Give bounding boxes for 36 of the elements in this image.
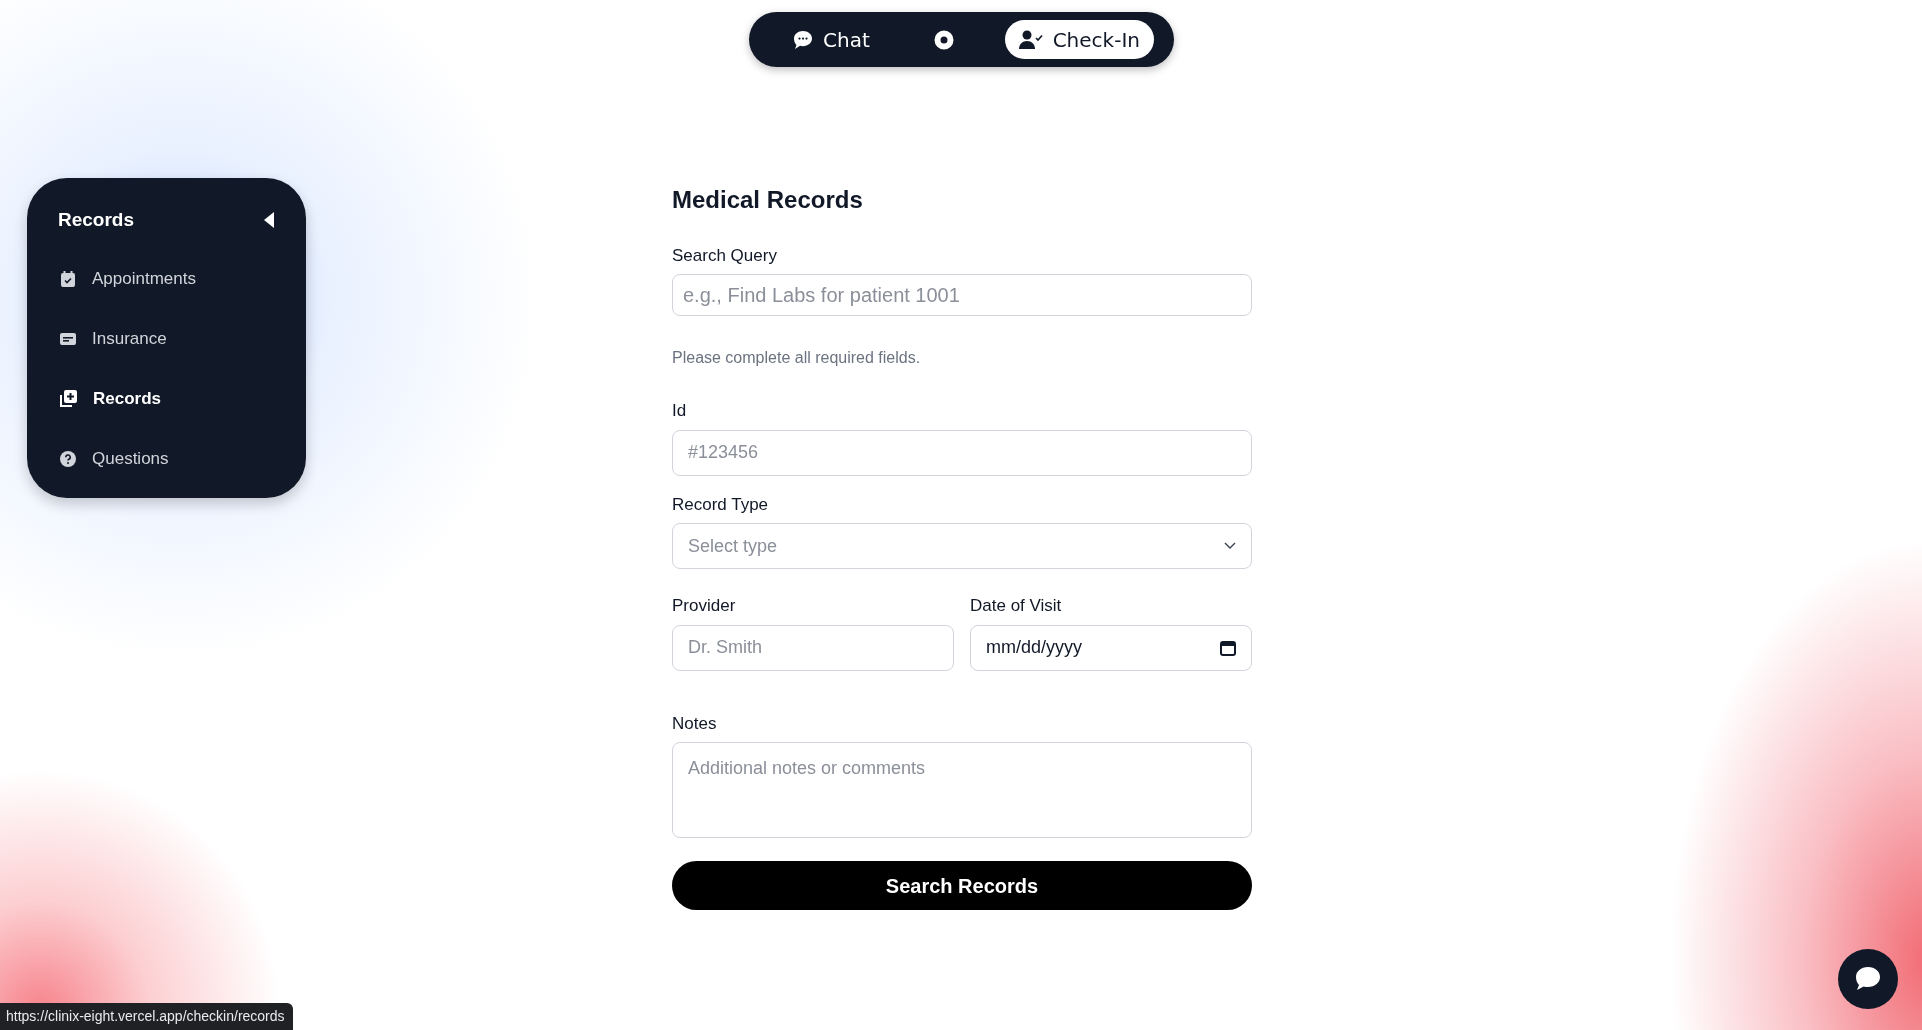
field-label: Date of Visit <box>970 595 1063 618</box>
helper-text: Please complete all required fields. <box>672 348 922 369</box>
chevron-down-icon <box>1224 542 1236 551</box>
calendar-icon <box>1220 639 1236 656</box>
select-field[interactable]: Select type <box>672 523 1252 570</box>
chat-tab[interactable]: Chat <box>779 20 884 59</box>
collapse-button[interactable] <box>264 212 274 229</box>
speech-bubble-icon <box>1854 966 1882 992</box>
card-icon <box>60 331 76 346</box>
field-label: Provider <box>672 595 737 618</box>
sidebar-title: Records <box>58 208 135 232</box>
sidebar-item[interactable]: Records <box>58 368 162 429</box>
field-label: Record Type <box>672 493 770 516</box>
field-label: Id <box>672 400 688 423</box>
check-in-tab[interactable]: Check-In <box>1004 20 1154 59</box>
field-label: Search Query <box>672 244 778 267</box>
speech-bubble-icon <box>793 29 813 50</box>
chat-button[interactable] <box>1838 949 1898 1009</box>
form-title: Medical Records <box>672 186 864 215</box>
stacked-plus-icon <box>60 390 77 407</box>
calendar-check-icon <box>60 270 76 287</box>
sidebar-item[interactable]: Questions <box>58 428 169 489</box>
sidebar-item[interactable]: Insurance <box>58 308 167 369</box>
person-check-icon <box>1018 29 1043 50</box>
dot-icon <box>934 29 955 50</box>
sidebar-item[interactable]: Appointments <box>58 248 196 309</box>
notes-field[interactable]: Additional notes or comments <box>672 742 1252 839</box>
search-field[interactable]: e.g., Find Labs for patient 1001 <box>672 274 1252 317</box>
id-field[interactable]: #123456 <box>672 429 1252 476</box>
status-url: https://clinix-eight.vercel.app/checkin/records <box>0 1003 293 1030</box>
triangle-left-icon <box>264 212 274 229</box>
search-records-button[interactable]: Search Records <box>672 861 1252 911</box>
provider-field[interactable]: Dr. Smith <box>672 624 954 671</box>
question-circle-icon <box>60 450 76 467</box>
date-field[interactable]: mm/dd/yyyy <box>970 624 1252 671</box>
field-label: Notes <box>672 712 718 735</box>
